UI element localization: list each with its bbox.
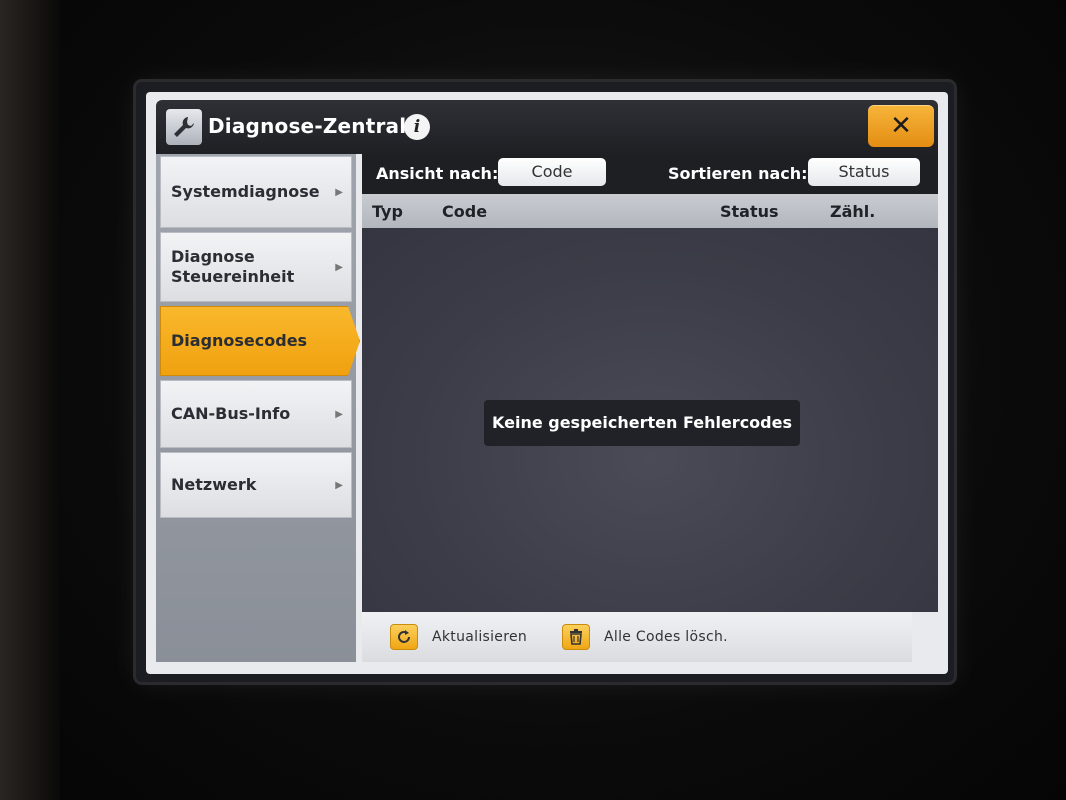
- action-bar: Aktualisieren Alle Codes lösch.: [362, 612, 912, 662]
- clear-codes-button[interactable]: Alle Codes lösch.: [562, 624, 728, 650]
- display-screen: Diagnose-Zentrale i ✕ Systemdiagnose ▶ D…: [146, 92, 948, 674]
- device-edge: [0, 0, 60, 800]
- sidebar-item-can-bus-info[interactable]: CAN-Bus-Info ▶: [160, 380, 352, 448]
- sidebar-item-label: CAN-Bus-Info: [171, 404, 291, 423]
- table-header: Typ Code Status Zähl.: [362, 194, 938, 228]
- sort-by-select[interactable]: Status: [808, 158, 920, 186]
- chevron-right-icon: ▶: [335, 408, 343, 420]
- sidebar-item-label: Diagnosecodes: [171, 331, 308, 350]
- sidebar-item-diagnosecodes[interactable]: Diagnosecodes: [160, 306, 360, 376]
- wrench-icon: [166, 109, 202, 145]
- sidebar-item-label: Systemdiagnose: [171, 182, 320, 201]
- sidebar-item-label: Netzwerk: [171, 475, 257, 494]
- sidebar-item-label: Diagnose Steuereinheit: [171, 247, 295, 286]
- empty-message: Keine gespeicherten Fehlercodes: [484, 400, 800, 446]
- refresh-button[interactable]: Aktualisieren: [390, 624, 527, 650]
- view-toolbar: Ansicht nach: Code Sortieren nach: Statu…: [362, 154, 938, 194]
- window-title: Diagnose-Zentrale: [208, 114, 421, 138]
- clear-codes-label: Alle Codes lösch.: [604, 629, 728, 645]
- sidebar-item-diagnose-steuereinheit[interactable]: Diagnose Steuereinheit ▶: [160, 232, 352, 302]
- column-header-code[interactable]: Code: [442, 202, 487, 221]
- refresh-icon: [390, 624, 418, 650]
- sidebar: Systemdiagnose ▶ Diagnose Steuereinheit …: [156, 154, 360, 662]
- fault-code-list[interactable]: Keine gespeicherten Fehlercodes: [362, 228, 938, 612]
- refresh-label: Aktualisieren: [432, 629, 528, 645]
- column-header-status[interactable]: Status: [720, 202, 779, 221]
- chevron-right-icon: ▶: [335, 261, 343, 273]
- trash-icon: [562, 624, 590, 650]
- view-by-label: Ansicht nach:: [376, 164, 499, 183]
- sidebar-item-systemdiagnose[interactable]: Systemdiagnose ▶: [160, 156, 352, 228]
- column-header-type[interactable]: Typ: [372, 202, 403, 221]
- column-header-count[interactable]: Zähl.: [830, 202, 875, 221]
- sort-by-label: Sortieren nach:: [668, 164, 808, 183]
- chevron-right-icon: ▶: [335, 186, 343, 198]
- info-icon[interactable]: i: [404, 114, 430, 140]
- title-bar: Diagnose-Zentrale i ✕: [156, 100, 938, 154]
- sidebar-item-netzwerk[interactable]: Netzwerk ▶: [160, 452, 352, 518]
- chevron-right-icon: ▶: [335, 479, 343, 491]
- close-button[interactable]: ✕: [868, 105, 934, 147]
- view-by-select[interactable]: Code: [498, 158, 606, 186]
